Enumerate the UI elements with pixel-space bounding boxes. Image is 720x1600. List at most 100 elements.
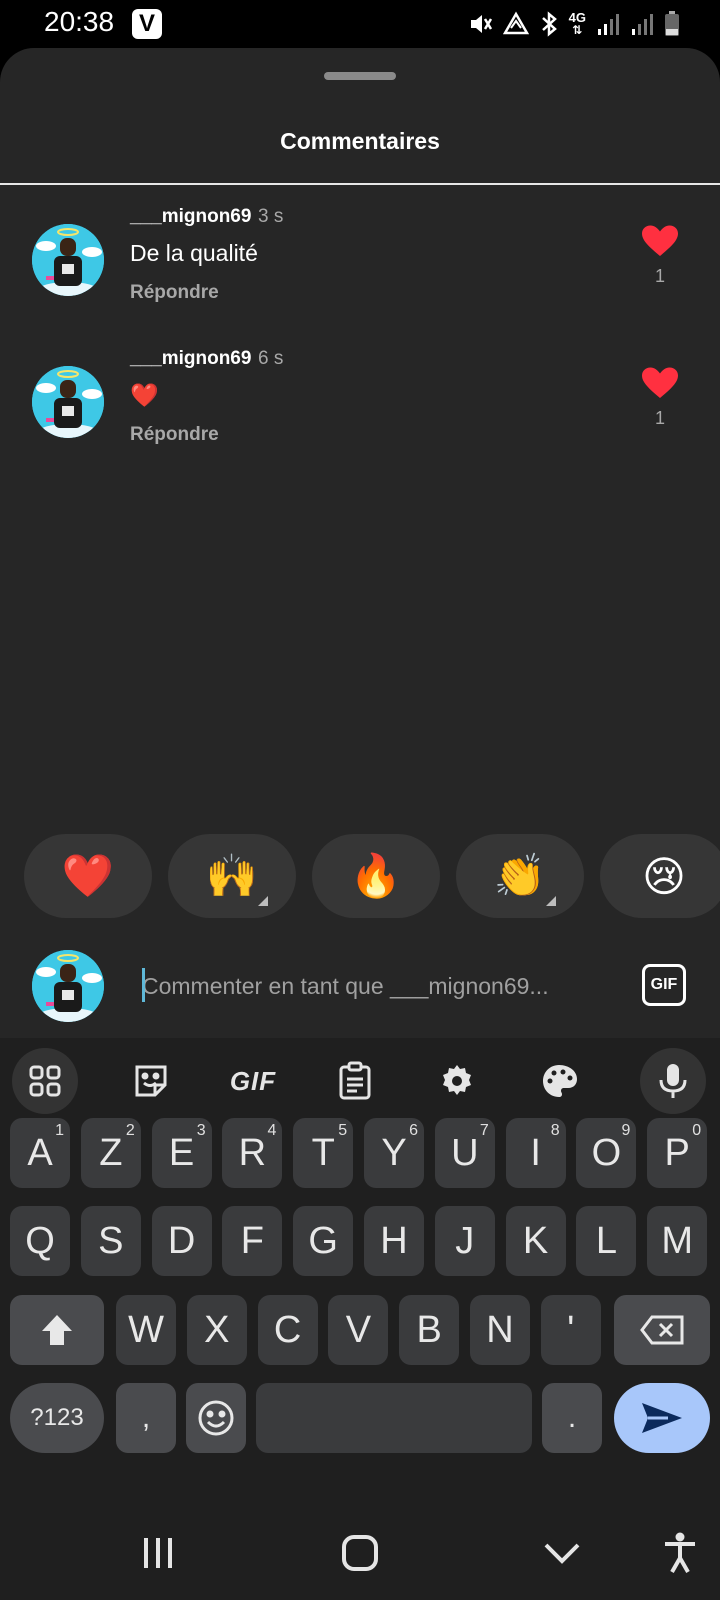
key-s[interactable]: S	[80, 1206, 141, 1276]
drag-handle[interactable]	[324, 72, 396, 80]
backspace-key[interactable]	[614, 1295, 710, 1365]
recent-apps-icon[interactable]	[128, 1528, 188, 1578]
key-q[interactable]: Q	[10, 1206, 70, 1276]
key-e[interactable]: E3	[151, 1118, 212, 1188]
key-p[interactable]: P0	[647, 1118, 708, 1188]
key-label: T	[311, 1131, 335, 1174]
like-heart-icon[interactable]	[640, 366, 680, 400]
reaction-fire[interactable]: 🔥	[312, 834, 440, 918]
key-label: V	[345, 1308, 372, 1351]
sticker-icon[interactable]	[118, 1048, 184, 1114]
battery-icon	[664, 10, 680, 38]
comment-username[interactable]: ___mignon69	[130, 206, 251, 228]
reaction-emoji: 😢	[642, 852, 686, 900]
status-bar: 20:38 V 4G ⇅	[0, 0, 720, 50]
reaction-raised-hands[interactable]: 🙌	[168, 834, 296, 918]
comment-username[interactable]: ___mignon69	[130, 348, 251, 370]
key-label: '	[567, 1308, 575, 1351]
key-m[interactable]: M	[647, 1206, 708, 1276]
key-o[interactable]: O9	[576, 1118, 637, 1188]
key-label: X	[204, 1308, 230, 1351]
like-heart-icon[interactable]	[640, 224, 680, 258]
send-key[interactable]	[614, 1383, 710, 1453]
signal-strength-icon-2	[630, 11, 654, 37]
key-label: C	[273, 1308, 302, 1351]
gif-keyboard-button[interactable]: GIF	[220, 1048, 286, 1114]
key-k[interactable]: K	[505, 1206, 566, 1276]
avatar[interactable]	[32, 366, 104, 438]
key-hint-number: 7	[479, 1122, 489, 1139]
key-label: W	[128, 1308, 164, 1351]
home-icon[interactable]	[330, 1528, 390, 1578]
microphone-icon[interactable]	[640, 1048, 706, 1114]
key-i[interactable]: I8	[505, 1118, 566, 1188]
my-avatar	[32, 950, 104, 1022]
status-icons: 4G ⇅	[467, 10, 680, 38]
reply-button[interactable]: Répondre	[130, 424, 219, 446]
key-label: D	[167, 1219, 196, 1262]
reaction-crying[interactable]: 😢	[600, 834, 720, 918]
key-label: Y	[381, 1131, 407, 1174]
comment-input[interactable]: Commenter en tant que ___mignon69...	[142, 966, 602, 1006]
key-v[interactable]: V	[328, 1295, 389, 1365]
accessibility-icon[interactable]	[650, 1528, 710, 1578]
like-count: 1	[654, 266, 665, 286]
avatar[interactable]	[32, 224, 104, 296]
symbols-key[interactable]: ?123	[10, 1383, 104, 1453]
reaction-heart[interactable]: ❤️	[24, 834, 152, 918]
key-x[interactable]: X	[186, 1295, 247, 1365]
key-apostrophe[interactable]: '	[540, 1295, 601, 1365]
key-hint-number: 5	[338, 1122, 348, 1139]
key-t[interactable]: T5	[293, 1118, 354, 1188]
status-time: 20:38	[44, 6, 115, 37]
reaction-clap[interactable]: 👏	[456, 834, 584, 918]
period-key[interactable]: .	[542, 1383, 602, 1453]
key-hint-number: 2	[125, 1122, 135, 1139]
reply-button[interactable]: Répondre	[130, 282, 219, 304]
comment-time: 3 s	[258, 206, 284, 227]
theme-palette-icon[interactable]	[526, 1048, 592, 1114]
space-key[interactable]	[256, 1383, 532, 1453]
key-j[interactable]: J	[434, 1206, 495, 1276]
key-hint-number: 4	[267, 1122, 277, 1139]
key-label: O	[591, 1131, 622, 1174]
key-g[interactable]: G	[293, 1206, 354, 1276]
key-l[interactable]: L	[576, 1206, 637, 1276]
settings-gear-icon[interactable]	[424, 1048, 490, 1114]
key-y[interactable]: Y6	[364, 1118, 424, 1188]
keyboard-toolbar: GIF	[0, 1038, 720, 1128]
key-a[interactable]: A1	[10, 1118, 70, 1188]
key-d[interactable]: D	[151, 1206, 212, 1276]
key-h[interactable]: H	[364, 1206, 424, 1276]
comment-text: ❤️	[130, 382, 159, 408]
divider	[0, 183, 720, 185]
key-z[interactable]: Z2	[80, 1118, 141, 1188]
key-n[interactable]: N	[470, 1295, 530, 1365]
apps-grid-icon[interactable]	[12, 1048, 78, 1114]
key-label: Q	[25, 1219, 55, 1262]
navigation-bar	[0, 1510, 720, 1600]
key-label: B	[416, 1308, 442, 1351]
comma-key[interactable]: ,	[116, 1383, 176, 1453]
key-label: E	[168, 1131, 195, 1174]
signal-strength-icon	[596, 11, 620, 37]
emoji-key[interactable]	[186, 1383, 246, 1453]
hide-keyboard-chevron-icon[interactable]	[532, 1528, 592, 1578]
shift-key[interactable]	[10, 1295, 104, 1365]
key-u[interactable]: U7	[434, 1118, 495, 1188]
gif-button[interactable]: GIF	[642, 964, 686, 1006]
key-w[interactable]: W	[116, 1295, 176, 1365]
reaction-emoji: 👏	[493, 851, 547, 899]
key-r[interactable]: R4	[222, 1118, 283, 1188]
comment-text: De la qualité	[130, 240, 258, 266]
key-c[interactable]: C	[257, 1295, 318, 1365]
key-f[interactable]: F	[222, 1206, 283, 1276]
key-b[interactable]: B	[399, 1295, 460, 1365]
key-label: I	[530, 1131, 541, 1174]
clipboard-icon[interactable]	[322, 1048, 388, 1114]
like-count: 1	[654, 408, 665, 428]
key-hint-number: 8	[550, 1122, 560, 1139]
key-hint-number: 1	[55, 1122, 64, 1139]
key-label: M	[661, 1219, 694, 1262]
network-type-icon: 4G ⇅	[568, 10, 586, 37]
